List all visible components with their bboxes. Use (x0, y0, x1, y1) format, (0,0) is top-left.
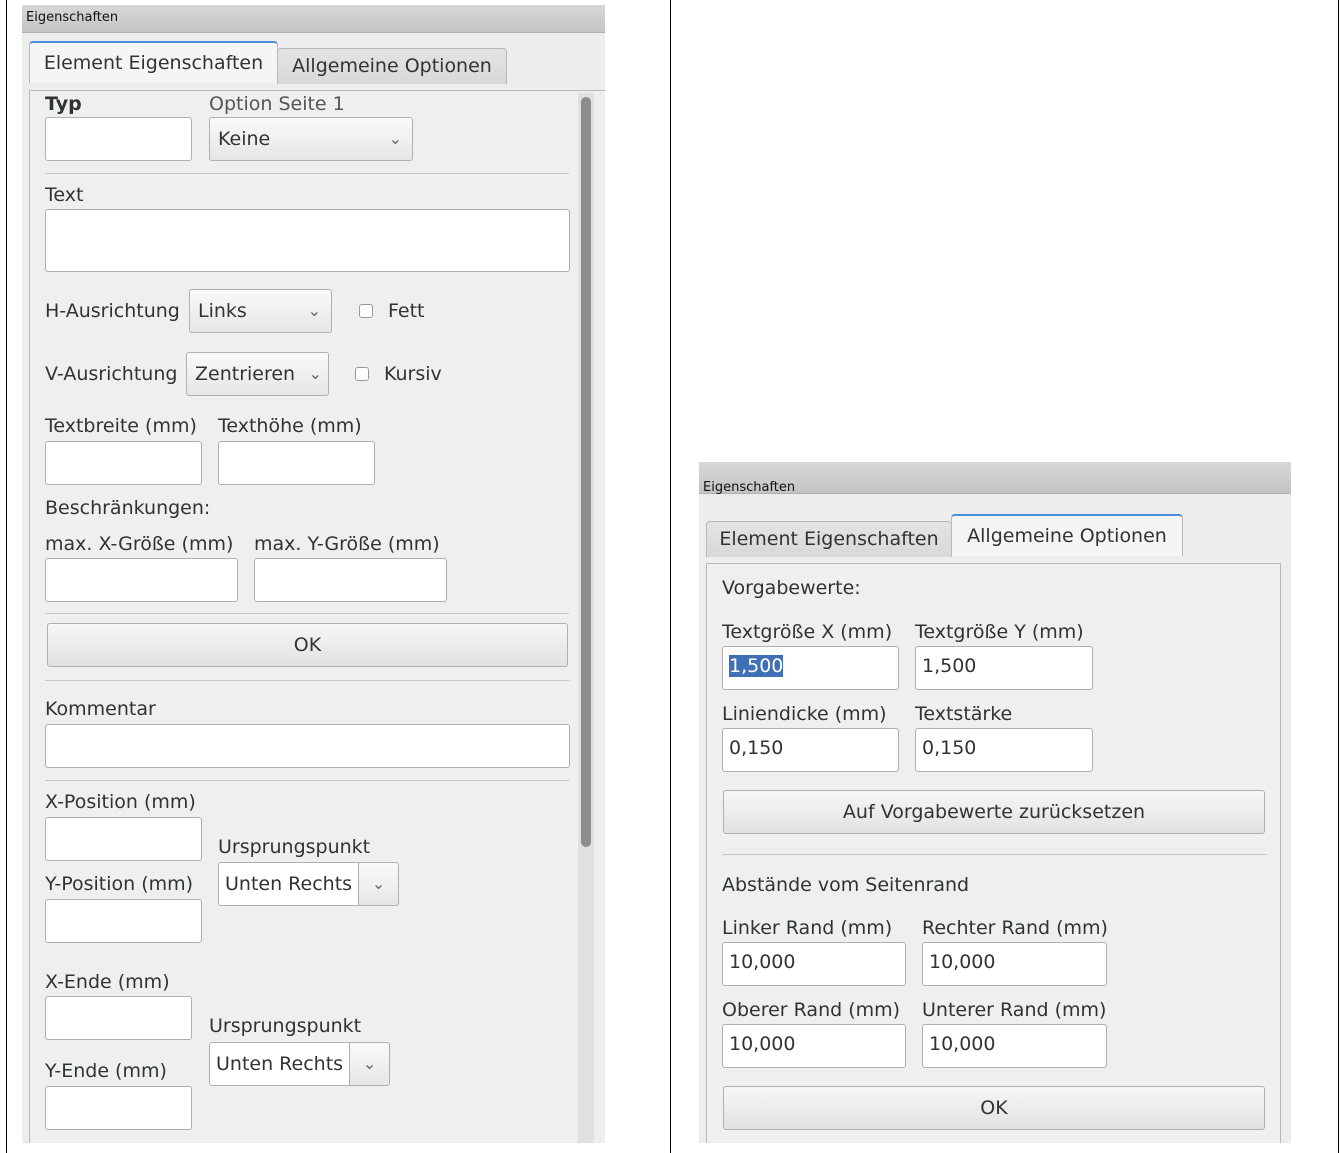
text-size-y-input[interactable]: 1,500 (915, 646, 1093, 690)
tab-general-options[interactable]: Allgemeine Optionen (277, 48, 507, 84)
separator (45, 780, 569, 781)
bold-label: Fett (388, 300, 425, 322)
tab-element-properties[interactable]: Element Eigenschaften (706, 521, 952, 557)
tab-element-properties[interactable]: Element Eigenschaften (29, 41, 278, 83)
ok-button[interactable]: OK (47, 623, 568, 667)
properties-panel-right: Eigenschaften Element Eigenschaften Allg… (699, 462, 1291, 1143)
origin-label: Ursprungspunkt (209, 1015, 362, 1037)
v-align-label: V-Ausrichtung (45, 363, 178, 385)
bottom-margin-label: Unterer Rand (mm) (922, 999, 1107, 1021)
italic-label: Kursiv (384, 363, 442, 385)
h-align-value: Links (198, 300, 247, 322)
ok-button[interactable]: OK (723, 1086, 1265, 1130)
y-position-label: Y-Position (mm) (45, 873, 194, 895)
x-position-input[interactable] (45, 817, 202, 861)
left-margin-label: Linker Rand (mm) (722, 917, 893, 939)
max-x-label: max. X-Größe (mm) (45, 533, 234, 555)
x-end-input[interactable] (45, 996, 192, 1040)
text-size-x-value: 1,500 (729, 655, 784, 677)
origin-select[interactable]: Unten Rechts ⌄ (209, 1042, 391, 1086)
comment-label: Kommentar (45, 698, 156, 720)
text-height-input[interactable] (218, 441, 375, 485)
properties-panel-left: Eigenschaften Element Eigenschaften Allg… (22, 5, 605, 1143)
option-page-value: Keine (218, 128, 271, 150)
text-size-y-label: Textgröße Y (mm) (915, 621, 1084, 643)
option-page-label: Option Seite 1 (209, 93, 345, 115)
text-width-label: Textbreite (mm) (45, 415, 197, 437)
separator (45, 680, 569, 681)
line-width-input[interactable]: 0,150 (722, 728, 899, 772)
top-margin-label: Oberer Rand (mm) (722, 999, 901, 1021)
y-end-label: Y-Ende (mm) (45, 1060, 167, 1082)
separator (45, 173, 569, 174)
right-margin-input[interactable]: 10,000 (922, 942, 1107, 986)
margins-label: Abstände vom Seitenrand (722, 874, 970, 896)
separator (722, 854, 1267, 855)
line-width-label: Liniendicke (mm) (722, 703, 887, 725)
option-page-select[interactable]: Keine ⌄ (209, 117, 413, 161)
v-align-value: Zentrieren (195, 363, 296, 385)
top-margin-input[interactable]: 10,000 (722, 1024, 906, 1068)
x-position-label: X-Position (mm) (45, 791, 196, 813)
scrollbar-thumb[interactable] (581, 97, 591, 847)
v-align-select[interactable]: Zentrieren ⌄ (186, 352, 329, 396)
typ-input[interactable] (45, 117, 192, 161)
text-width-input[interactable] (45, 441, 202, 485)
max-y-input[interactable] (254, 558, 447, 602)
constraints-label: Beschränkungen: (45, 497, 211, 519)
document-table-divider (670, 0, 671, 1153)
bottom-margin-input[interactable]: 10,000 (922, 1024, 1107, 1068)
chevron-down-icon[interactable]: ⌄ (359, 862, 400, 906)
text-size-x-label: Textgröße X (mm) (722, 621, 893, 643)
panel-title: Eigenschaften (22, 5, 605, 33)
vertical-scrollbar[interactable] (578, 93, 594, 1143)
text-height-label: Texthöhe (mm) (218, 415, 362, 437)
origin-label: Ursprungspunkt (218, 836, 371, 858)
left-margin-input[interactable]: 10,000 (722, 942, 906, 986)
text-thickness-input[interactable]: 0,150 (915, 728, 1093, 772)
origin-select[interactable]: Unten Rechts ⌄ (218, 862, 400, 906)
tab-general-options[interactable]: Allgemeine Optionen (951, 514, 1183, 556)
right-margin-label: Rechter Rand (mm) (922, 917, 1108, 939)
origin-value: Unten Rechts (218, 862, 360, 906)
h-align-select[interactable]: Links ⌄ (189, 289, 332, 333)
text-thickness-label: Textstärke (915, 703, 1013, 725)
bold-checkbox[interactable] (359, 304, 373, 318)
panel-title: Eigenschaften (699, 462, 1291, 495)
chevron-down-icon: ⌄ (388, 129, 402, 148)
text-size-x-input[interactable]: 1,500 (722, 646, 899, 690)
separator (45, 613, 569, 614)
y-position-input[interactable] (45, 899, 202, 943)
chevron-down-icon: ⌄ (308, 364, 322, 383)
origin-value: Unten Rechts (209, 1042, 351, 1086)
max-x-input[interactable] (45, 558, 238, 602)
y-end-input[interactable] (45, 1086, 192, 1130)
chevron-down-icon[interactable]: ⌄ (350, 1042, 391, 1086)
text-input[interactable] (45, 209, 570, 272)
chevron-down-icon: ⌄ (307, 301, 321, 320)
reset-defaults-button[interactable]: Auf Vorgabewerte zurücksetzen (723, 790, 1265, 834)
comment-input[interactable] (45, 724, 570, 768)
max-y-label: max. Y-Größe (mm) (254, 533, 440, 555)
typ-label: Typ (45, 93, 82, 115)
h-align-label: H-Ausrichtung (45, 300, 180, 322)
text-label: Text (45, 184, 84, 206)
defaults-label: Vorgabewerte: (722, 577, 861, 599)
italic-checkbox[interactable] (355, 367, 369, 381)
x-end-label: X-Ende (mm) (45, 971, 170, 993)
